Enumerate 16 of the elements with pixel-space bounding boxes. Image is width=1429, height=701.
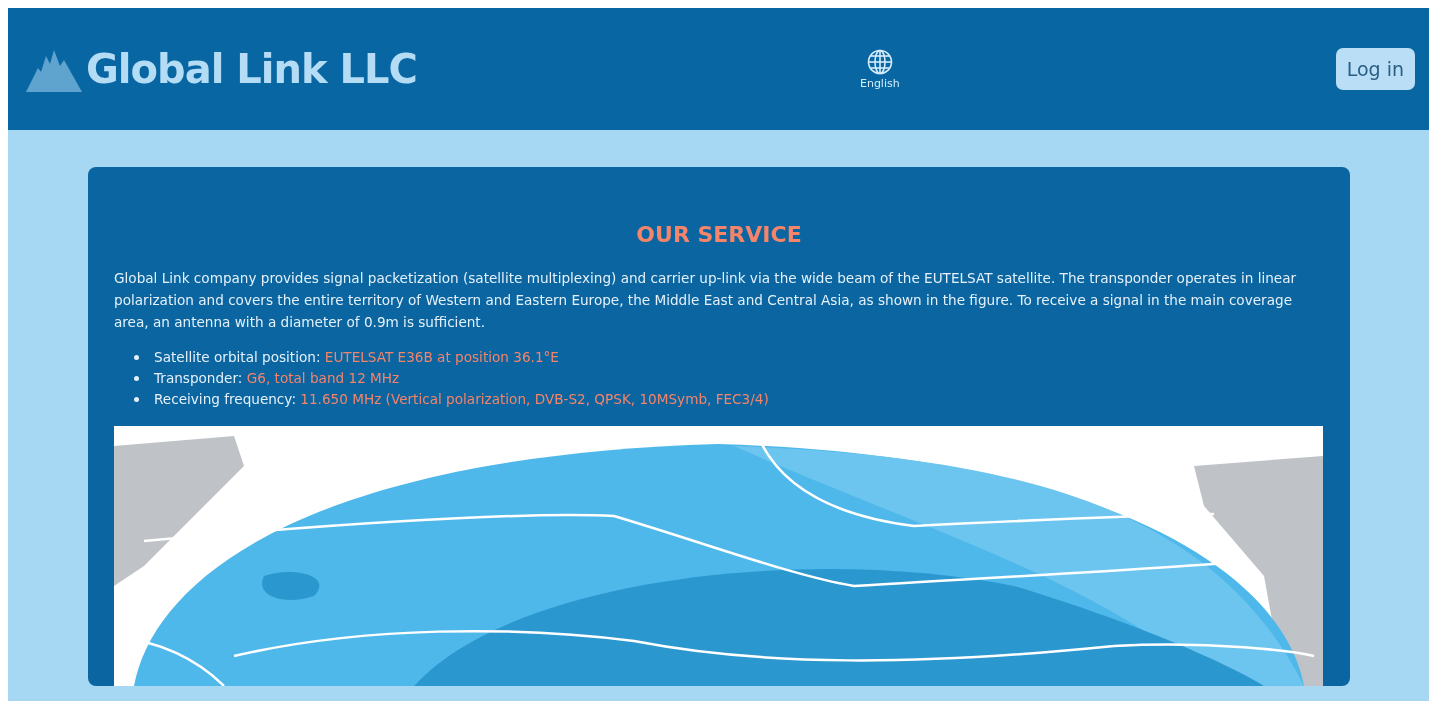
fact-label: Receiving frequency: [154,390,296,409]
language-selector[interactable]: English [859,48,900,90]
service-description: Global Link company provides signal packetization (satellite multiplexing) and carrier up-link via the wide beam of the EUTELSAT satellite. The transponder operates in linear polarization and covers the entire territory of Western and Eastern Europe, the Middle East and Central Asia, as shown in the figure. To receive a signal in the main coverage area, an antenna with a diameter of 0.9m is sufficient. [114,269,1298,332]
login-button[interactable]: Log in [1335,48,1415,90]
fact-value: 11.650 MHz (Vertical polarization, DVB-S2, QPSK, 10MSymb, FEC3/4) [300,390,769,409]
section-title: OUR SERVICE [635,222,803,247]
brand-name: Global Link LLC [86,46,417,92]
bullet-icon [134,355,139,360]
fact-value: EUTELSAT E36B at position 36.1°E [324,348,559,367]
language-label: English [859,76,900,90]
fact-label: Transponder: [154,369,243,388]
fact-value: G6, total band 12 MHz [246,369,400,388]
bullet-icon [134,397,139,402]
bullet-icon [134,376,139,381]
globe-icon [866,48,893,75]
fact-label: Satellite orbital position: [154,348,321,367]
